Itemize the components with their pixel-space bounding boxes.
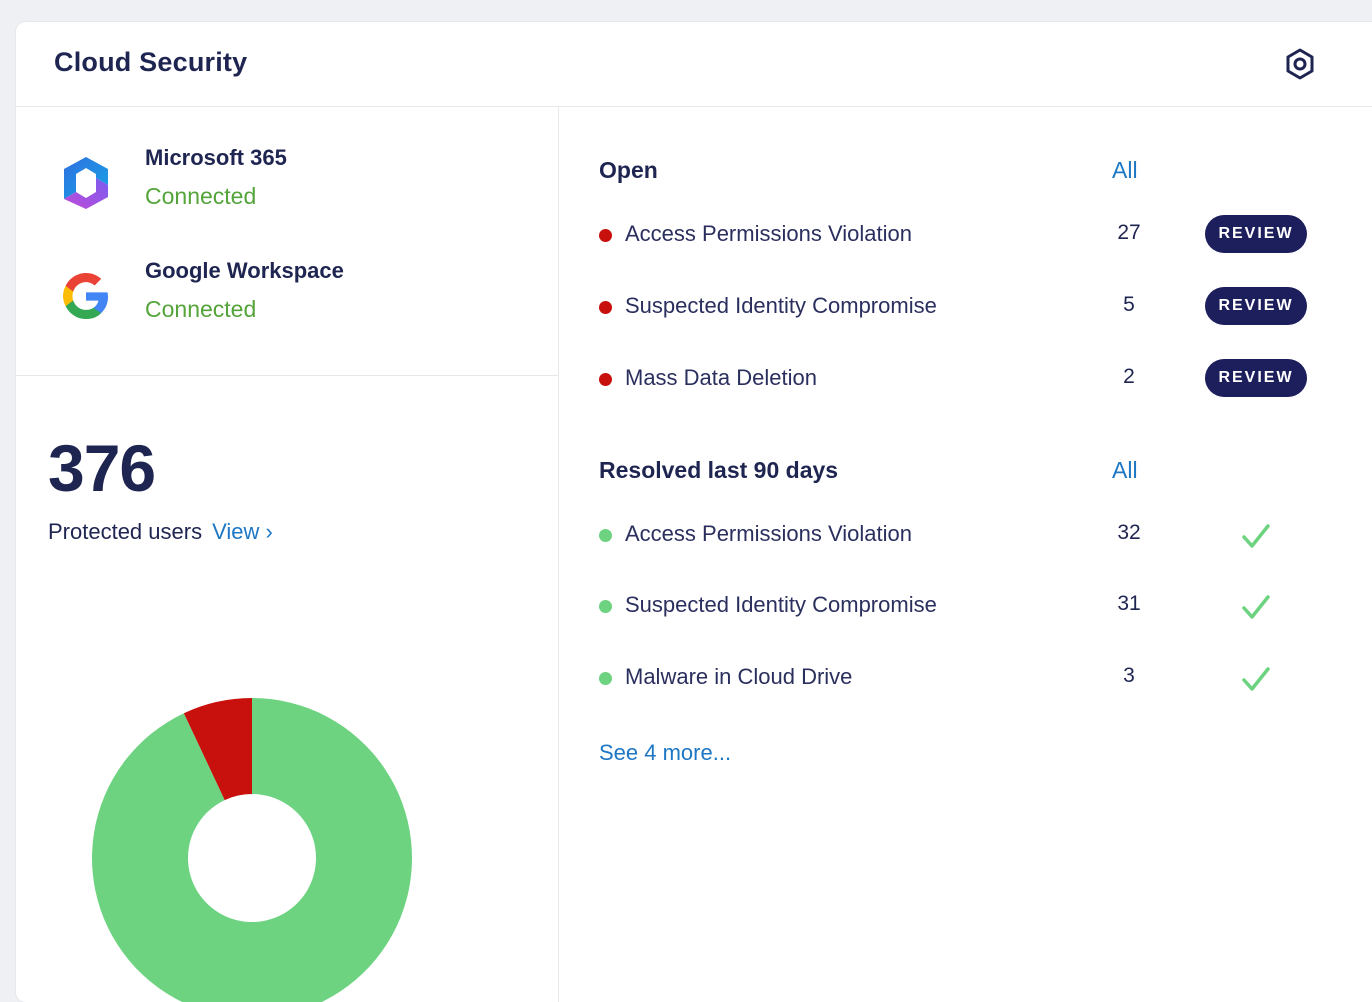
protected-users-count: 376 [48, 431, 156, 505]
issue-label[interactable]: Suspected Identity Compromise [625, 592, 937, 618]
resolved-issue-row: Suspected Identity Compromise 31 [599, 586, 1329, 628]
issue-count: 2 [1123, 365, 1135, 388]
integration-microsoft-365[interactable]: Microsoft 365 Connected [56, 145, 536, 225]
integration-google-workspace[interactable]: Google Workspace Connected [56, 258, 536, 338]
google-logo-icon [63, 273, 108, 319]
review-button[interactable]: REVIEW [1205, 359, 1307, 397]
issue-count: 3 [1123, 664, 1135, 687]
resolved-section-title: Resolved last 90 days [599, 457, 839, 483]
open-section-title: Open [599, 157, 658, 183]
see-more-link[interactable]: See 4 more... [599, 740, 731, 766]
issue-count: 27 [1117, 221, 1141, 244]
protected-users-label-row: Protected users View › [48, 519, 273, 545]
protected-users-stats: 376 Protected users View › [48, 435, 273, 545]
resolved-dot-icon [599, 529, 612, 542]
open-section-header: Open All [599, 157, 1159, 187]
issue-count: 32 [1117, 521, 1141, 544]
open-issue-row: Suspected Identity Compromise 5 REVIEW [599, 287, 1329, 329]
integration-status: Connected [145, 183, 257, 209]
checkmark-icon [1242, 667, 1270, 691]
integration-name: Google Workspace [145, 258, 344, 283]
integration-status: Connected [145, 296, 257, 322]
alert-dot-icon [599, 373, 612, 386]
open-all-link[interactable]: All [1112, 157, 1138, 184]
open-issue-row: Access Permissions Violation 27 REVIEW [599, 215, 1329, 257]
integrations-panel: Microsoft 365 Connected Google Workspace… [16, 107, 558, 376]
resolved-section-header: Resolved last 90 days All [599, 457, 1159, 487]
right-column: Open All Access Permissions Violation 27… [559, 107, 1372, 1002]
settings-button[interactable] [1280, 44, 1320, 84]
issue-label[interactable]: Access Permissions Violation [625, 221, 912, 247]
issue-label[interactable]: Access Permissions Violation [625, 521, 912, 547]
cloud-security-card: Cloud Security Microsoft 365 Connected G… [16, 22, 1372, 1002]
review-button[interactable]: REVIEW [1205, 215, 1307, 253]
resolved-dot-icon [599, 672, 612, 685]
view-protected-users-link[interactable]: View › [212, 519, 273, 544]
review-button[interactable]: REVIEW [1205, 287, 1307, 325]
card-title: Cloud Security [54, 47, 248, 77]
card-header: Cloud Security [16, 22, 1372, 107]
resolved-issue-row: Access Permissions Violation 32 [599, 515, 1329, 557]
issue-label[interactable]: Mass Data Deletion [625, 365, 817, 391]
microsoft-365-logo-icon [64, 157, 108, 209]
resolved-issue-row: Malware in Cloud Drive 3 [599, 658, 1329, 700]
open-issue-row: Mass Data Deletion 2 REVIEW [599, 359, 1329, 401]
alert-dot-icon [599, 301, 612, 314]
issue-count: 5 [1123, 293, 1135, 316]
protected-users-label: Protected users [48, 519, 203, 544]
resolved-dot-icon [599, 600, 612, 613]
issue-count: 31 [1117, 592, 1141, 615]
donut-chart-svg [92, 698, 412, 1002]
integration-name: Microsoft 365 [145, 145, 287, 170]
checkmark-icon [1242, 524, 1270, 548]
issue-label[interactable]: Suspected Identity Compromise [625, 293, 937, 319]
settings-hexagon-icon [1286, 48, 1314, 80]
alert-dot-icon [599, 229, 612, 242]
protected-users-donut-chart [92, 697, 412, 1002]
resolved-all-link[interactable]: All [1112, 457, 1138, 484]
checkmark-icon [1242, 595, 1270, 619]
issue-label[interactable]: Malware in Cloud Drive [625, 664, 852, 690]
left-column: Microsoft 365 Connected Google Workspace… [16, 107, 559, 1002]
